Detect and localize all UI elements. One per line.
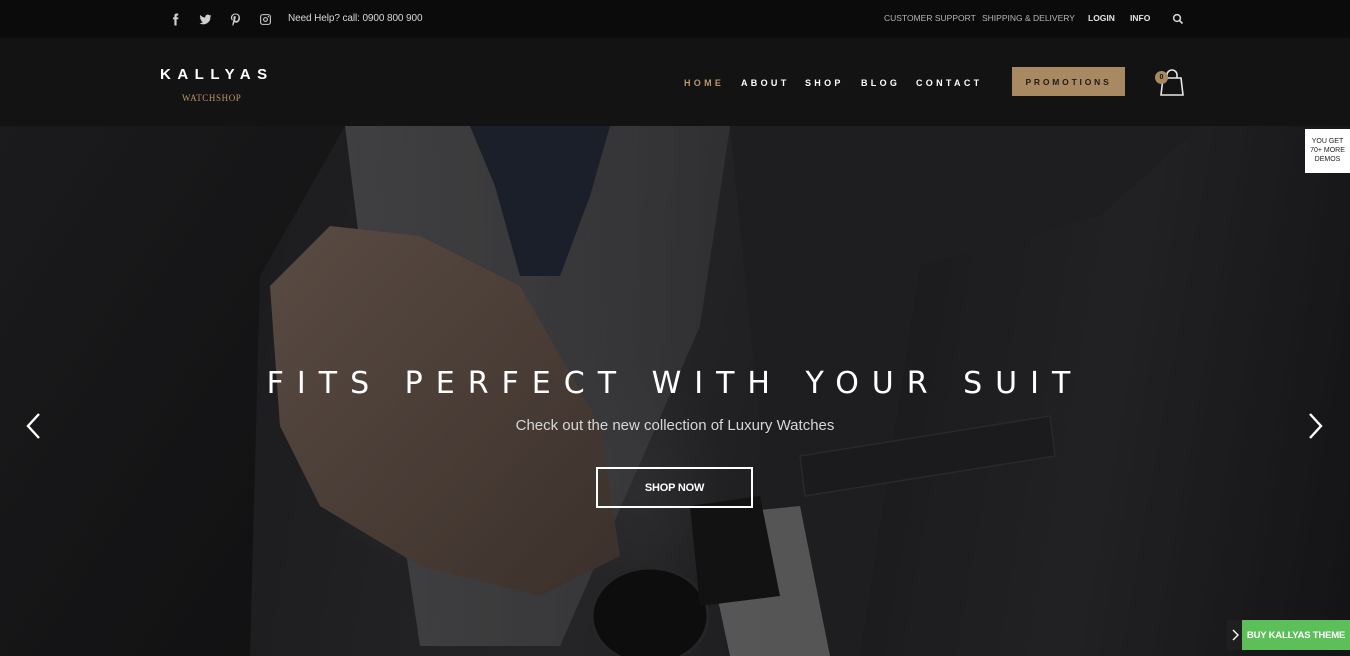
buy-kallyas-theme-button[interactable]: BUY KALLYAS THEME — [1242, 620, 1350, 650]
login-link[interactable]: LOGIN — [1088, 13, 1115, 23]
facebook-icon[interactable] — [160, 8, 190, 30]
top-bar: Need Help? call: 0900 800 900 CUSTOMER S… — [0, 0, 1350, 38]
shop-now-button[interactable]: SHOP NOW — [596, 467, 753, 508]
search-icon[interactable] — [1172, 12, 1184, 25]
nav-blog[interactable]: BLOG — [861, 78, 900, 88]
promotions-button[interactable]: PROMOTIONS — [1012, 67, 1125, 96]
slider-prev-arrow-icon[interactable] — [24, 412, 44, 440]
customer-support-link[interactable]: CUSTOMER SUPPORT — [884, 13, 976, 23]
main-header: KALLYAS WATCHSHOP HOME ABOUT SHOP BLOG C… — [0, 38, 1350, 126]
nav-home[interactable]: HOME — [684, 78, 724, 88]
buy-theme-widget: BUY KALLYAS THEME — [1227, 620, 1350, 650]
instagram-icon[interactable] — [250, 8, 280, 30]
hero-title: FITS PERFECT WITH YOUR SUIT — [266, 366, 1084, 401]
hero-subtitle: Check out the new collection of Luxury W… — [515, 417, 835, 434]
demos-line-1: YOU GET — [1311, 138, 1344, 145]
demos-line-2: 70+ MORE — [1310, 147, 1345, 154]
nav-about[interactable]: ABOUT — [741, 78, 790, 88]
shipping-delivery-link[interactable]: SHIPPING & DELIVERY — [982, 13, 1075, 23]
logo-subtitle: WATCHSHOP — [182, 93, 242, 103]
cart-button[interactable]: 0 — [1155, 69, 1187, 97]
logo-title[interactable]: KALLYAS — [160, 66, 274, 83]
nav-shop[interactable]: SHOP — [805, 78, 844, 88]
hero-slider: FITS PERFECT WITH YOUR SUIT Check out th… — [0, 126, 1350, 656]
slider-next-arrow-icon[interactable] — [1305, 412, 1325, 440]
cart-count-badge: 0 — [1155, 71, 1168, 84]
social-links — [160, 8, 280, 30]
chevron-right-icon[interactable] — [1227, 620, 1242, 650]
demos-line-3: DEMOS — [1314, 156, 1341, 163]
pinterest-icon[interactable] — [220, 8, 250, 30]
nav-contact[interactable]: CONTACT — [916, 78, 982, 88]
info-link[interactable]: INFO — [1130, 13, 1150, 23]
twitter-icon[interactable] — [190, 8, 220, 30]
more-demos-badge[interactable]: YOU GET 70+ MORE DEMOS — [1305, 129, 1350, 173]
help-phone-text: Need Help? call: 0900 800 900 — [288, 13, 423, 24]
